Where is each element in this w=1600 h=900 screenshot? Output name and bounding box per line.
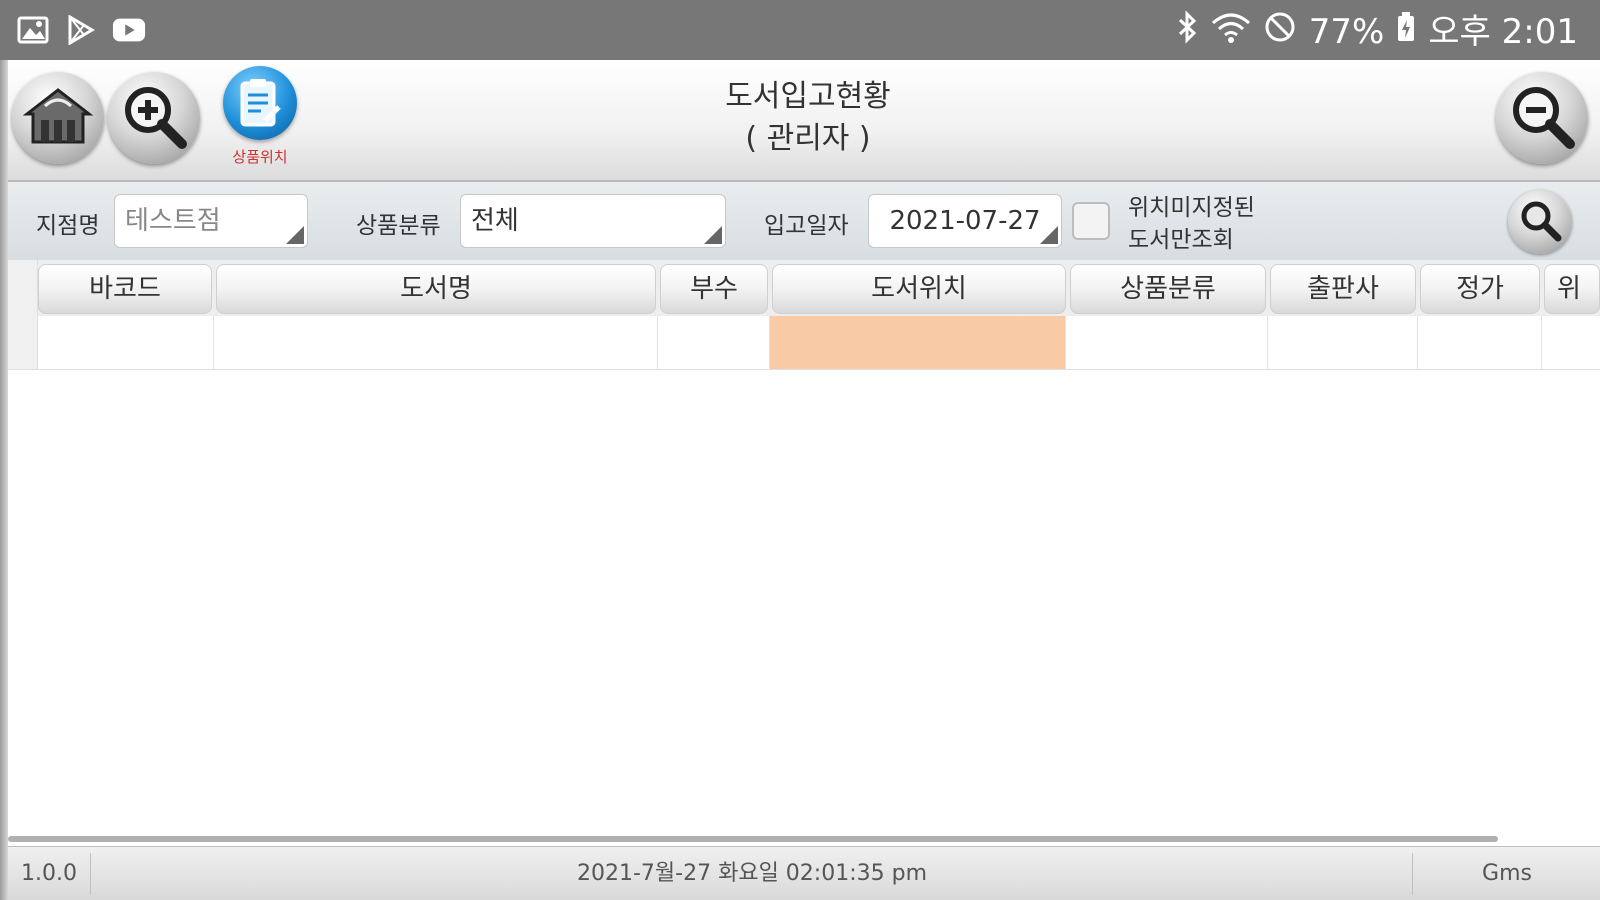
footer-bar: 1.0.0 2021-7월-27 화요일 02:01:35 pm Gms [8,846,1600,900]
table-row[interactable] [8,316,1600,370]
cell-barcode[interactable] [38,316,214,369]
bluetooth-icon [1177,10,1199,53]
status-bar: 77% 오후 2:01 [0,0,1600,60]
clipboard-icon [223,66,297,140]
product-location-button[interactable]: 상품위치 [220,66,300,176]
horizontal-scrollbar[interactable] [8,836,1498,842]
product-location-label: 상품위치 [232,148,288,166]
gallery-icon [16,14,50,46]
clock: 오후 2:01 [1428,11,1578,52]
unassigned-only-label: 위치미지정된 도서만조회 [1128,192,1255,256]
app-version: 1.0.0 [21,861,77,886]
receipt-date-label: 입고일자 [764,213,849,239]
footer-divider [90,853,91,895]
receipt-date-field[interactable]: 2021-07-27 [868,194,1062,248]
branch-select[interactable]: 테스트점 [114,194,308,248]
zoom-out-icon [1506,80,1578,156]
col-header-price[interactable]: 정가 [1420,264,1540,314]
footer-datetime: 2021-7월-27 화요일 02:01:35 pm [577,861,927,886]
data-grid: 바코드 도서명 부수 도서위치 상품분류 출판사 정가 위 [8,260,1600,370]
cell-publisher[interactable] [1268,316,1418,369]
youtube-icon [112,14,146,46]
col-header-publisher[interactable]: 출판사 [1270,264,1416,314]
company-name: Gms [1482,861,1532,886]
branch-label: 지점명 [36,213,100,239]
filter-bar: 지점명 테스트점 상품분류 전체 입고일자 2021-07-27 위치미지정된 … [8,182,1600,260]
col-header-category[interactable]: 상품분류 [1070,264,1266,314]
search-icon [1517,197,1563,247]
left-edge [0,60,8,900]
cell-extra[interactable] [1542,316,1600,369]
footer-divider [1412,853,1413,895]
zoom-in-button[interactable] [108,72,200,164]
home-button[interactable] [12,72,104,164]
app-header: 상품위치 도서입고현황 ( 관리자 ) [8,60,1600,182]
title-line-1: 도서입고현황 [725,79,891,114]
zoom-in-icon [118,80,190,156]
cell-title[interactable] [214,316,658,369]
category-label: 상품분류 [356,213,441,239]
play-store-icon [64,14,98,46]
do-not-disturb-icon [1263,10,1297,53]
checkbox-label-line-2: 도서만조회 [1128,227,1234,253]
home-icon [22,84,94,152]
cell-price[interactable] [1418,316,1542,369]
wifi-icon [1211,11,1251,52]
col-header-location[interactable]: 도서위치 [772,264,1066,314]
col-header-barcode[interactable]: 바코드 [38,264,212,314]
grid-header: 바코드 도서명 부수 도서위치 상품분류 출판사 정가 위 [8,260,1600,316]
category-select[interactable]: 전체 [460,194,726,248]
checkbox-label-line-1: 위치미지정된 [1128,195,1255,221]
search-button[interactable] [1508,190,1572,254]
zoom-out-button[interactable] [1496,72,1588,164]
battery-icon [1396,11,1416,52]
unassigned-only-checkbox[interactable] [1072,202,1110,240]
page-title: 도서입고현황 ( 관리자 ) [608,76,1008,160]
cell-location[interactable] [770,316,1066,369]
title-line-2: ( 관리자 ) [745,121,871,156]
cell-copies[interactable] [658,316,770,369]
cell-category[interactable] [1066,316,1268,369]
col-header-location-partial[interactable]: 위 [1544,264,1600,314]
col-header-copies[interactable]: 부수 [660,264,768,314]
battery-percent: 77% [1308,11,1385,52]
col-header-title[interactable]: 도서명 [216,264,656,314]
